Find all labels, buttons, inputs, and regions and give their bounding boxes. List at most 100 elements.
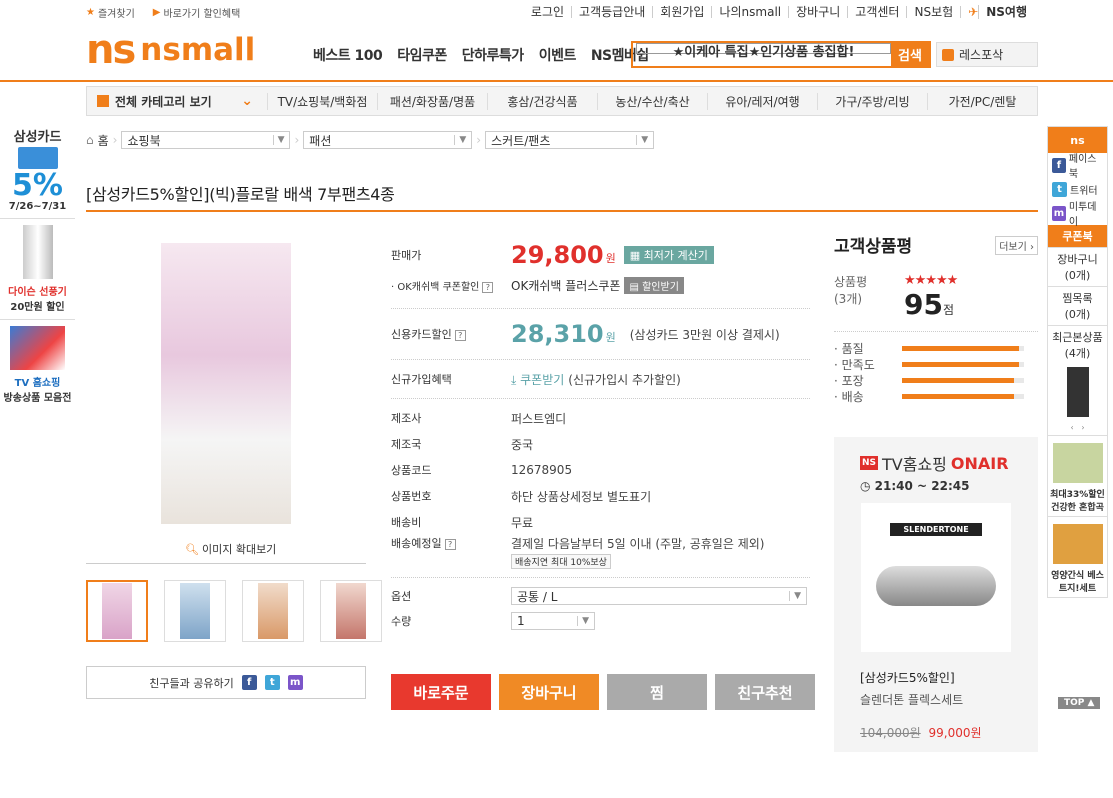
option-value: 공통 / L <box>517 589 558 604</box>
review-count: 상품평 (3개) <box>834 273 904 321</box>
play-icon: ▶ <box>152 7 161 18</box>
spec-value: 중국 <box>511 437 534 452</box>
nav-timecoupon[interactable]: 타임쿠폰 <box>397 45 447 65</box>
prev-icon[interactable]: ‹ <box>1070 423 1073 432</box>
card-banner[interactable]: 삼성카드 5% 7/26~7/31 <box>0 126 75 212</box>
side-ad-grain[interactable]: 최대33%할인 건강한 혼합곡 <box>1048 435 1107 516</box>
price-calc-button[interactable]: ▦ 최저가 계산기 <box>623 246 714 264</box>
quantity-row: 수량 1 ▼ <box>391 610 810 632</box>
zoom-button[interactable]: 🔍︎ 이미지 확대보기 <box>185 541 276 557</box>
recommend-button[interactable]: 친구추천 <box>715 674 815 710</box>
twitter-icon: t <box>1052 181 1067 197</box>
breadcrumb-select-2[interactable]: 패션 ▼ <box>303 131 473 149</box>
insurance-link[interactable]: NS보험 <box>906 6 960 18</box>
category-item[interactable]: TV/쇼핑북/백화점 <box>267 92 377 110</box>
facebook-icon[interactable]: f <box>241 675 257 690</box>
review-bar-row: · 만족도 <box>834 356 1038 372</box>
login-link[interactable]: 로그인 <box>524 6 571 18</box>
breadcrumb-home[interactable]: 홈 <box>98 132 109 149</box>
thumbnail[interactable] <box>164 580 226 642</box>
keyword-link[interactable]: 레스포삭 <box>936 42 1038 67</box>
coupon-download-link[interactable]: ⤓ 쿠폰받기 <box>511 371 564 388</box>
breadcrumb-select-3[interactable]: 스커트/팬츠 ▼ <box>485 131 655 149</box>
product-main-image[interactable] <box>161 243 291 524</box>
help-icon[interactable]: ? <box>454 330 466 341</box>
recent-product-image[interactable] <box>1066 367 1089 417</box>
quantity-select[interactable]: 1 ▼ <box>511 612 595 630</box>
price-row: 판매가 29,800 원 ▦ 최저가 계산기 <box>391 240 810 270</box>
cart-link[interactable]: 장바구니 <box>788 6 847 18</box>
buy-now-button[interactable]: 바로주문 <box>391 674 491 710</box>
bookmark-link[interactable]: ★ 즐겨찾기 <box>86 5 135 20</box>
side-cart-link[interactable]: 장바구니 (0개) <box>1048 247 1107 286</box>
category-item[interactable]: 가구/주방/리빙 <box>817 92 927 110</box>
title-divider <box>86 210 1038 212</box>
tv-product-image[interactable]: SLENDERTONE <box>861 503 1011 652</box>
thumbnail[interactable] <box>320 580 382 642</box>
thumbnail[interactable] <box>86 580 148 642</box>
star-icon: ★ <box>86 7 95 18</box>
dyson-banner[interactable]: 다이슨 선풍기 20만원 할인 <box>0 218 75 313</box>
facebook-link[interactable]: f 페이스북 <box>1048 153 1107 180</box>
travel-link[interactable]: ✈ NS여행 <box>960 5 1041 19</box>
category-item[interactable]: 홍삼/건강식품 <box>487 92 597 110</box>
twitter-icon[interactable]: t <box>264 675 280 690</box>
review-score-value: 95 <box>904 288 943 321</box>
recent-pager: ‹ › <box>1048 423 1107 432</box>
discount-button[interactable]: ▤ 할인받기 <box>624 276 684 294</box>
coupon-book-link[interactable]: 쿠폰북 <box>1048 225 1107 247</box>
category-item[interactable]: 유아/레저/여행 <box>707 92 817 110</box>
search-button[interactable]: 검색 <box>891 43 929 66</box>
tv-product-title[interactable]: [삼성카드5%할인] <box>860 669 955 686</box>
help-icon[interactable]: ? <box>482 281 494 293</box>
cs-link[interactable]: 고객센터 <box>847 6 906 18</box>
keyword-icon <box>942 48 954 61</box>
mypage-link[interactable]: 나의nsmall <box>711 6 788 18</box>
grade-link[interactable]: 고객등급안내 <box>571 6 652 18</box>
spec-list: 제조사 퍼스트엠디 제조국 중국 상품코드 12678905 상품번호 하단 상품상세정… <box>391 399 810 571</box>
join-link[interactable]: 회원가입 <box>652 6 711 18</box>
category-bar: 전체 카테고리 보기 ⌄ TV/쇼핑북/백화점 패션/화장품/명품 홍삼/건강식품… <box>86 86 1038 116</box>
category-item[interactable]: 패션/화장품/명품 <box>377 92 487 110</box>
thumbnail-image <box>336 583 366 639</box>
side-ad-snack[interactable]: 영양간식 베스트지!세트 <box>1048 516 1107 597</box>
action-buttons: 바로주문 장바구니 찜 친구추천 <box>391 674 815 710</box>
nav-best[interactable]: 베스트 100 <box>313 45 383 65</box>
card-name: 삼성카드 <box>13 130 62 145</box>
share-box: 친구들과 공유하기 f t m <box>86 666 366 699</box>
tvshop-banner[interactable]: TV 홈쇼핑 방송상품 모음전 <box>0 319 75 404</box>
home-icon: ⌂ <box>86 133 94 147</box>
nav-event[interactable]: 이벤트 <box>539 45 577 65</box>
delay-badge[interactable]: 배송지연 최대 10%보상 <box>511 554 611 569</box>
logo[interactable]: ns nsmall <box>86 27 255 73</box>
me2day-link[interactable]: m 미투데이 <box>1048 201 1107 228</box>
nav-oneday[interactable]: 단하루특가 <box>462 45 524 65</box>
breadcrumb-select-1[interactable]: 쇼핑북 ▼ <box>121 131 291 149</box>
thumbnail[interactable] <box>242 580 304 642</box>
okcashbag-row: · OK캐쉬백 쿠폰할인? OK캐쉬백 플러스쿠폰 ▤ 할인받기 <box>391 270 810 300</box>
shortcut-link[interactable]: ▶ 바로가기 할인혜택 <box>153 5 240 20</box>
all-category-button[interactable]: 전체 카테고리 보기 ⌄ <box>87 93 267 110</box>
option-select[interactable]: 공통 / L ▼ <box>511 587 807 605</box>
side-cart-label: 장바구니 <box>1057 253 1098 266</box>
tv-product-name[interactable]: 슬렌더톤 플렉스세트 <box>860 691 963 708</box>
top-button[interactable]: TOP ▲ <box>1058 697 1101 709</box>
add-cart-button[interactable]: 장바구니 <box>499 674 599 710</box>
me2day-icon[interactable]: m <box>287 675 303 690</box>
coupon-download-label: 쿠폰받기 <box>520 372 565 387</box>
wish-button[interactable]: 찜 <box>607 674 707 710</box>
side-wish-link[interactable]: 찜목록 (0개) <box>1048 286 1107 325</box>
category-item[interactable]: 가전/PC/렌탈 <box>927 92 1037 110</box>
review-more-button[interactable]: 더보기 › <box>995 236 1038 255</box>
review-score-unit: 점 <box>942 303 955 317</box>
search-input[interactable]: ★이케아 특집★인기상품 총집합! <box>636 43 891 59</box>
next-icon[interactable]: › <box>1081 423 1084 432</box>
spec-value: 무료 <box>511 515 534 530</box>
shortcut-label: 바로가기 할인혜택 <box>163 9 241 20</box>
search-box: ★이케아 특집★인기상품 총집합! 검색 <box>631 41 931 68</box>
category-item[interactable]: 농산/수산/축산 <box>597 92 707 110</box>
spec-value: 하단 상품상세정보 별도표기 <box>511 489 652 504</box>
review-bar-fill <box>902 345 1020 351</box>
help-icon[interactable]: ? <box>444 539 456 550</box>
review-bar <box>902 377 1024 383</box>
